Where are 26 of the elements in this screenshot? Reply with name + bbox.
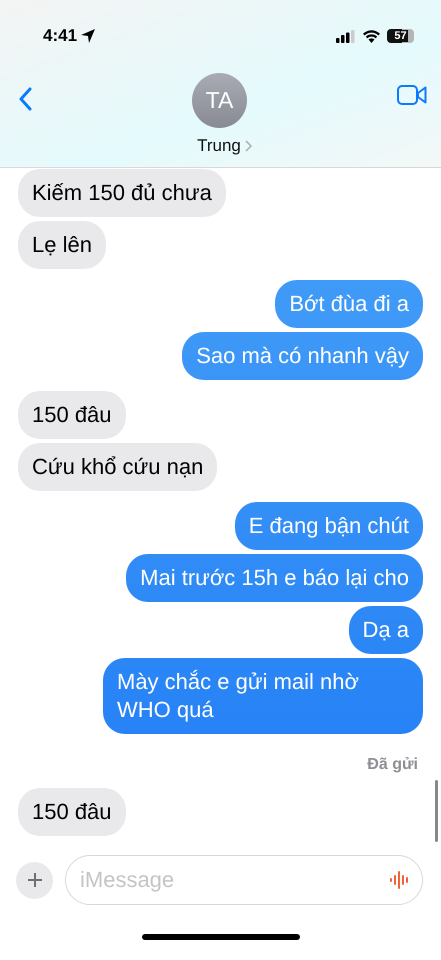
- wifi-icon: [362, 29, 381, 43]
- delivery-status: Đã gửi: [367, 756, 418, 774]
- plus-icon: [26, 872, 42, 888]
- sent-message-bubble: Mày chắc e gửi mail nhờ WHO quá: [103, 658, 423, 734]
- add-button[interactable]: [16, 862, 53, 898]
- received-message-bubble: 150 đâu: [18, 788, 126, 836]
- sent-message-bubble: E đang bận chút: [234, 502, 423, 550]
- sent-message-bubble: Sao mà có nhanh vậy: [182, 332, 423, 380]
- chevron-right-icon: [244, 140, 252, 152]
- location-arrow-icon: [80, 28, 96, 44]
- back-chevron-icon[interactable]: [18, 87, 32, 111]
- sent-message-bubble: Mai trước 15h e báo lại cho: [126, 554, 423, 602]
- message-input-field[interactable]: iMessage: [65, 855, 423, 905]
- received-message-bubble: 150 đâu: [18, 391, 126, 439]
- status-time: 4:41: [43, 26, 78, 46]
- battery-icon: 57: [387, 29, 414, 43]
- received-message-bubble: Kiếm 150 đủ chưa: [18, 169, 226, 217]
- received-message-bubble: Lẹ lên: [18, 221, 106, 269]
- scroll-indicator: [435, 780, 438, 842]
- audio-waveform-icon[interactable]: [389, 871, 411, 889]
- signal-icon: [336, 30, 356, 42]
- received-message-bubble: Cứu khổ cứu nạn: [18, 443, 218, 491]
- sent-message-bubble: Dạ a: [348, 606, 423, 654]
- video-camera-icon[interactable]: [397, 85, 427, 105]
- contact-name[interactable]: Trung: [197, 136, 241, 156]
- sent-message-bubble: Bớt đùa đi a: [275, 280, 423, 328]
